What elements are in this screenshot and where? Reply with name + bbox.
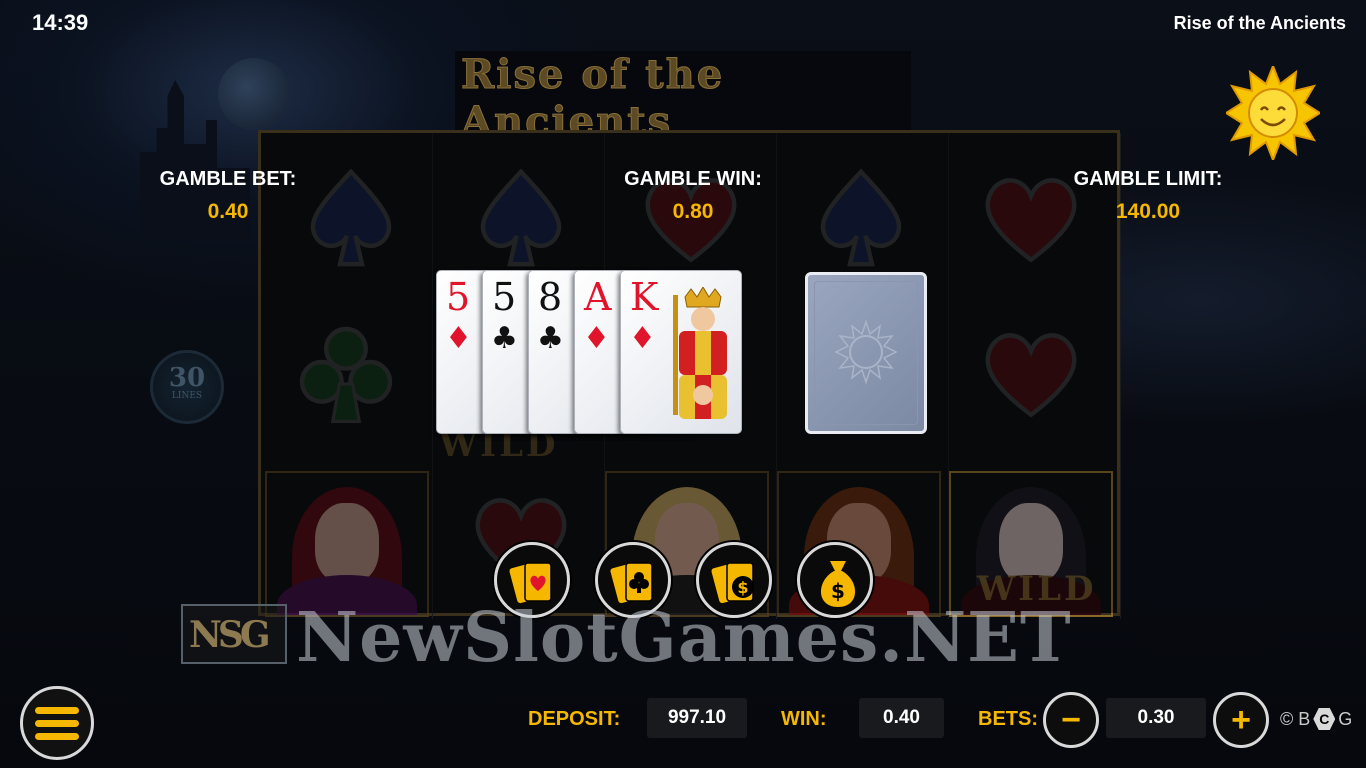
copyright-text: © B bbox=[1280, 708, 1311, 729]
minus-icon: − bbox=[1061, 701, 1081, 739]
moon bbox=[218, 58, 290, 130]
win-value: 0.40 bbox=[859, 698, 944, 738]
card-rank: 8 bbox=[538, 275, 563, 319]
card-rank: K bbox=[630, 275, 659, 319]
lines-number: 30 bbox=[168, 363, 206, 393]
bet-increase-button[interactable]: + bbox=[1213, 692, 1269, 748]
merkur-sun-logo-icon bbox=[1226, 66, 1320, 160]
bet-decrease-button[interactable]: − bbox=[1043, 692, 1099, 748]
bets-value: 0.30 bbox=[1106, 698, 1206, 738]
menu-button[interactable] bbox=[20, 686, 94, 760]
card-rank: 5 bbox=[446, 275, 471, 319]
clock: 14:39 bbox=[32, 10, 89, 35]
watermark-text: NewSlotGames.NET bbox=[296, 598, 1072, 678]
gamble-bet-value: 0.40 bbox=[207, 200, 249, 223]
face-down-card bbox=[805, 272, 927, 434]
watermark-logo: NSG bbox=[181, 604, 287, 664]
bcg-brand-logo: © B C G bbox=[1280, 708, 1352, 730]
gamble-limit-label: GAMBLE LIMIT: bbox=[1073, 168, 1223, 190]
bets-label: BETS: bbox=[978, 708, 1038, 730]
lines-label: LINES bbox=[171, 391, 203, 401]
game-title: Rise of the Ancients bbox=[1173, 13, 1346, 33]
deposit-value: 997.10 bbox=[647, 698, 747, 738]
lines-badge: 30 LINES bbox=[150, 350, 224, 424]
plus-icon: + bbox=[1231, 701, 1251, 739]
deposit-label: DEPOSIT: bbox=[528, 708, 621, 730]
svg-text:$: $ bbox=[737, 578, 748, 597]
gamble-limit-value: 140.00 bbox=[1115, 200, 1181, 223]
card-suit: ♦ bbox=[445, 321, 472, 356]
history-card: K ♦ bbox=[620, 270, 742, 434]
sun-watermark-icon bbox=[834, 320, 898, 384]
win-label: WIN: bbox=[781, 708, 827, 730]
game-logo: Rise of the Ancients bbox=[455, 51, 911, 146]
king-portrait-icon bbox=[673, 287, 727, 419]
gamble-bet-label: GAMBLE BET: bbox=[159, 168, 297, 190]
brand-hex-icon: C bbox=[1313, 708, 1336, 730]
card-suit: ♣ bbox=[491, 321, 518, 356]
card-suit: ♣ bbox=[537, 321, 564, 356]
card-rank: A bbox=[584, 275, 612, 319]
gamble-win-value: 0.80 bbox=[672, 200, 714, 223]
card-rank: 5 bbox=[492, 275, 517, 319]
watermark-logo-text: NSG bbox=[189, 614, 271, 656]
card-suit: ♦ bbox=[583, 321, 610, 356]
brand-tail-text: G bbox=[1338, 708, 1353, 729]
card-suit: ♦ bbox=[629, 321, 656, 356]
gamble-win-label: GAMBLE WIN: bbox=[624, 168, 762, 190]
